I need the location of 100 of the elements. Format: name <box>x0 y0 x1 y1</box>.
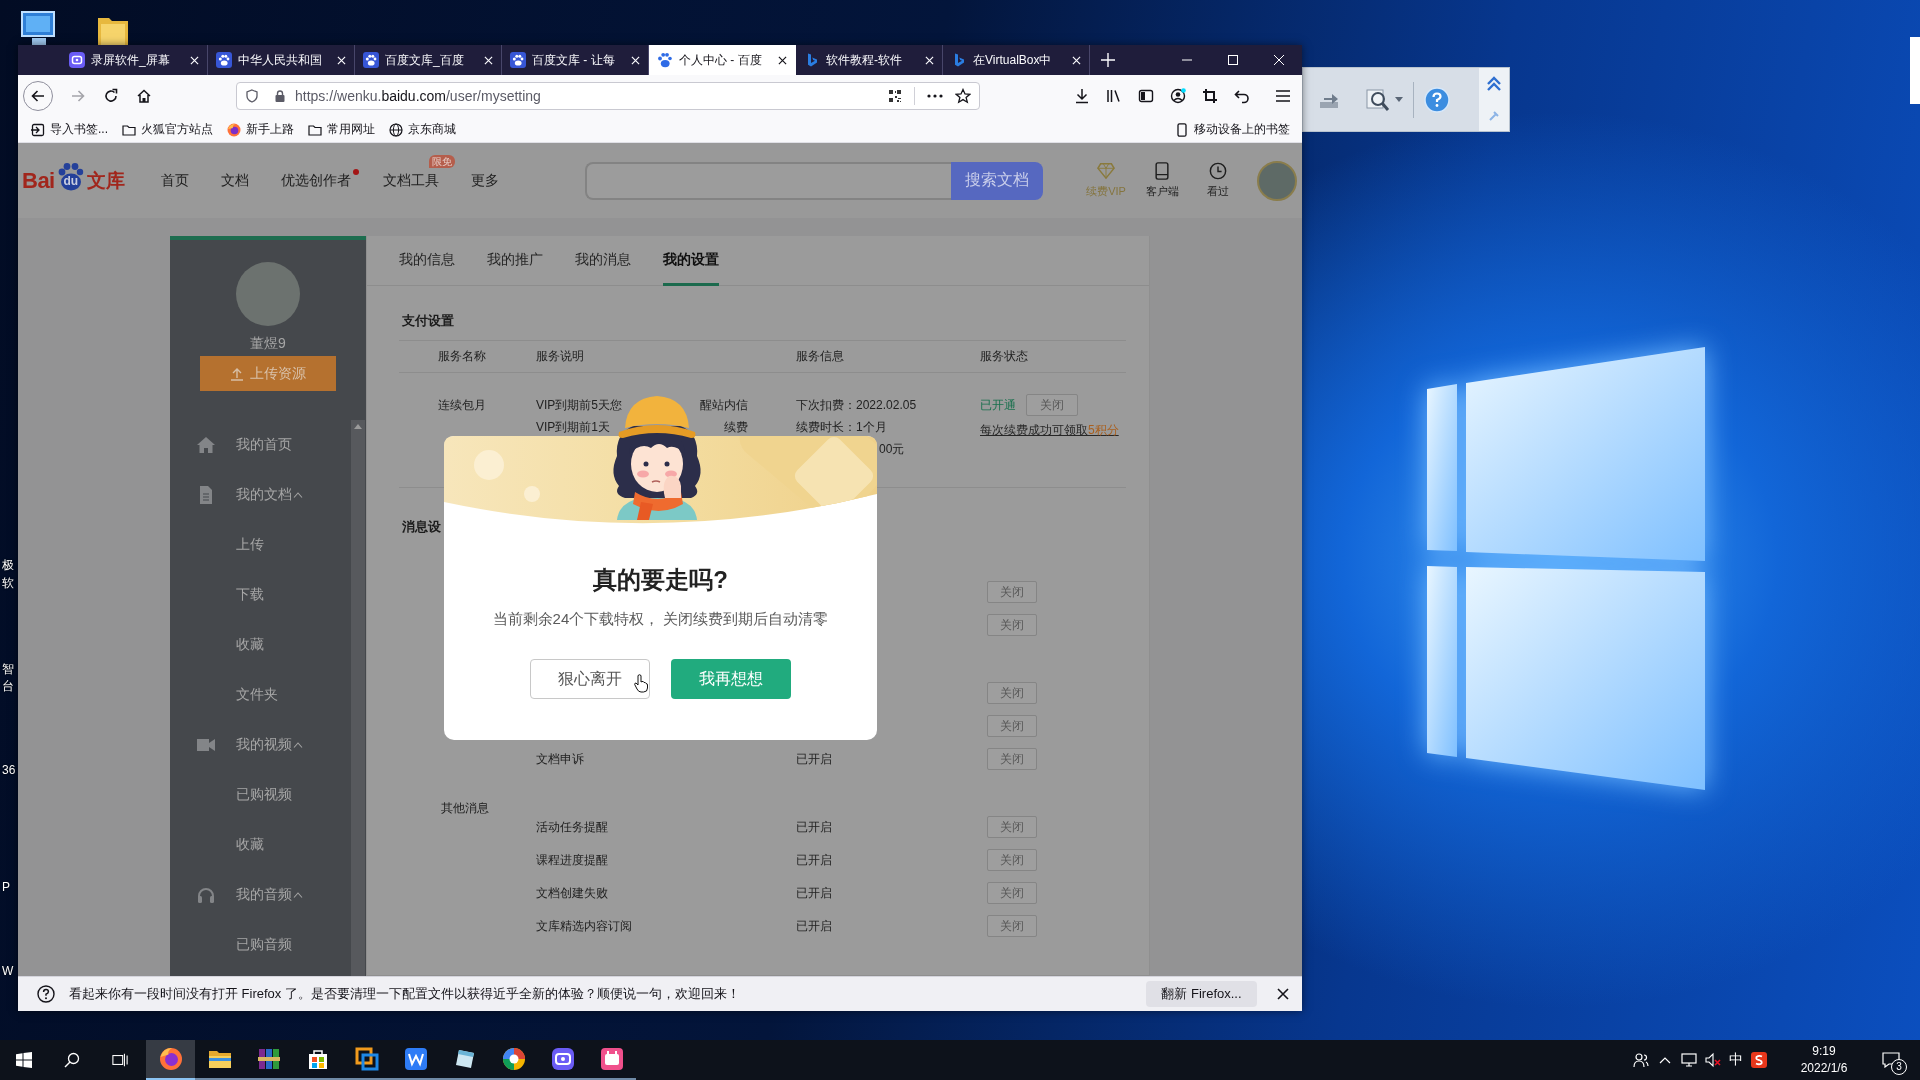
volume-muted-icon[interactable] <box>1705 1052 1721 1068</box>
close-icon[interactable] <box>778 55 787 65</box>
lock-icon[interactable] <box>273 89 287 103</box>
desktop-icon-label: 台 <box>2 678 14 694</box>
globe-icon <box>389 122 403 137</box>
paw-icon <box>216 52 232 68</box>
column-header: 服务名称 <box>438 348 486 365</box>
taskbar-button[interactable] <box>146 1040 195 1080</box>
document-icon <box>197 486 215 504</box>
document-tile-icon <box>403 1047 428 1071</box>
sidebar-subitem[interactable]: 文件夹 <box>170 670 366 720</box>
settings-tab[interactable]: 我的设置 <box>663 236 719 286</box>
paw-icon <box>363 52 379 68</box>
account-icon[interactable] <box>1170 88 1186 104</box>
folder-icon <box>122 122 136 137</box>
sidebar-icon[interactable] <box>1138 88 1154 104</box>
magnifier-icon[interactable] <box>1365 87 1391 112</box>
network-icon[interactable] <box>1681 1052 1697 1068</box>
table-cell: 文库精选内容订阅 <box>536 917 632 935</box>
refresh-button[interactable]: 翻新 Firefox... <box>1146 981 1257 1007</box>
status-text: 已开启 <box>796 851 832 869</box>
download-icon[interactable] <box>1074 88 1090 104</box>
paw-icon <box>510 52 526 68</box>
column-header: 服务信息 <box>796 348 844 365</box>
scroll-up-icon[interactable] <box>354 424 362 429</box>
sidebar-item[interactable]: 我的首页 <box>170 420 366 470</box>
undo-icon[interactable] <box>1234 88 1250 104</box>
dropdown-caret-icon[interactable] <box>1395 97 1403 102</box>
table-cell: 文档创建失败 <box>536 884 608 902</box>
table-cell-text: VIP到期前1天 <box>536 419 610 436</box>
header-action[interactable]: 看过 <box>1194 162 1242 199</box>
search-button[interactable]: 搜索文档 <box>950 161 1043 200</box>
username: 董煜9 <box>250 335 286 351</box>
nav-link[interactable]: 优选创作者 <box>280 171 351 190</box>
bookmark-item[interactable]: 火狐官方站点 <box>122 121 213 138</box>
help-icon[interactable] <box>1424 86 1450 113</box>
sidebar-subitem[interactable]: 下载 <box>170 570 366 620</box>
nav-link[interactable]: 文档 <box>220 171 249 190</box>
recorder-icon <box>69 52 85 68</box>
more-icon[interactable] <box>927 94 943 98</box>
sidebar-item[interactable]: 我的音频 <box>170 870 366 920</box>
bookmark-item[interactable]: 导入书签... <box>31 121 108 138</box>
input-method-indicator[interactable]: 中 <box>1729 1051 1743 1069</box>
reward-link[interactable]: 每次续费成功可领取5积分 <box>980 422 1119 438</box>
people-icon[interactable] <box>1633 1052 1649 1068</box>
new-tab-icon[interactable] <box>1101 53 1115 67</box>
sidebar-subitem[interactable]: 上传 <box>170 520 366 570</box>
sidebar-subitem[interactable]: 已购视频 <box>170 770 366 820</box>
desktop-icon-label: 极 <box>2 557 14 573</box>
status-text: 已开启 <box>796 884 832 902</box>
upload-icon <box>230 366 244 381</box>
sidebar-subitem[interactable]: 已购音频 <box>170 920 366 970</box>
library-icon[interactable] <box>1106 88 1122 104</box>
input-tile-icon[interactable] <box>1751 1052 1767 1068</box>
search-field[interactable] <box>584 161 951 200</box>
table-cell-text: 醒站内信 <box>700 397 748 414</box>
nav-link[interactable]: 首页 <box>160 171 189 190</box>
leave-button[interactable]: 狠心离开 <box>530 659 650 699</box>
menu-icon[interactable] <box>1275 89 1291 103</box>
browser-icon <box>227 122 241 137</box>
notification-icon <box>1882 1052 1900 1068</box>
stay-button[interactable]: 我再想想 <box>671 659 791 699</box>
bookmark-item[interactable]: 新手上路 <box>227 121 294 138</box>
sidebar-subitem[interactable]: 收藏 <box>170 620 366 670</box>
pinwheel-icon <box>501 1047 526 1071</box>
home-icon[interactable] <box>136 88 152 104</box>
sidebar-item[interactable]: 我的视频 <box>170 720 366 770</box>
sidebar-item[interactable]: 我的文档 <box>170 470 366 520</box>
action-center-button[interactable]: 3 <box>1871 1040 1911 1080</box>
browser-tab[interactable]: 个人中心 - 百度 <box>649 45 796 75</box>
clock[interactable]: 9:19 2022/1/6 <box>1789 1043 1859 1077</box>
qr-code-icon[interactable] <box>888 89 902 103</box>
settings-tab[interactable]: 我的消息 <box>575 236 631 286</box>
star-icon[interactable] <box>955 88 971 104</box>
scrollbar[interactable] <box>351 420 365 976</box>
nav-link[interactable]: 更多 <box>470 171 499 190</box>
settings-tab[interactable]: 我的推广 <box>487 236 543 286</box>
archive-icon <box>256 1047 281 1071</box>
shield-icon[interactable] <box>245 89 259 103</box>
double-chevron-up-icon[interactable] <box>1486 76 1502 93</box>
crop-icon[interactable] <box>1202 88 1218 104</box>
desktop-icon-label: 软 <box>2 575 14 591</box>
phone-icon <box>1175 122 1189 137</box>
header-action[interactable]: 客户端 <box>1138 162 1186 199</box>
logo-paw-mark[interactable]: du <box>55 161 86 192</box>
address-field[interactable]: https://wenku.baidu.com/user/mysetting <box>236 82 980 110</box>
bookmark-item[interactable]: 常用网址 <box>308 121 375 138</box>
status-text: 已开通 <box>980 397 1016 414</box>
close-icon[interactable] <box>1277 988 1289 1000</box>
table-cell-text: VIP到期前5天您 <box>536 397 622 414</box>
bookmark-item[interactable]: 移动设备上的书签 <box>1175 121 1290 138</box>
settings-tab[interactable]: 我的信息 <box>399 236 455 286</box>
nav-link[interactable]: 文档工具 <box>382 171 439 190</box>
sidebar-subitem[interactable]: 收藏 <box>170 820 366 870</box>
import-icon <box>31 122 45 137</box>
reload-icon[interactable] <box>103 88 119 104</box>
arrow-left-icon <box>30 88 46 104</box>
back-button[interactable] <box>23 81 53 111</box>
bookmark-item[interactable]: 京东商城 <box>389 121 456 138</box>
headphones-icon <box>197 886 215 904</box>
